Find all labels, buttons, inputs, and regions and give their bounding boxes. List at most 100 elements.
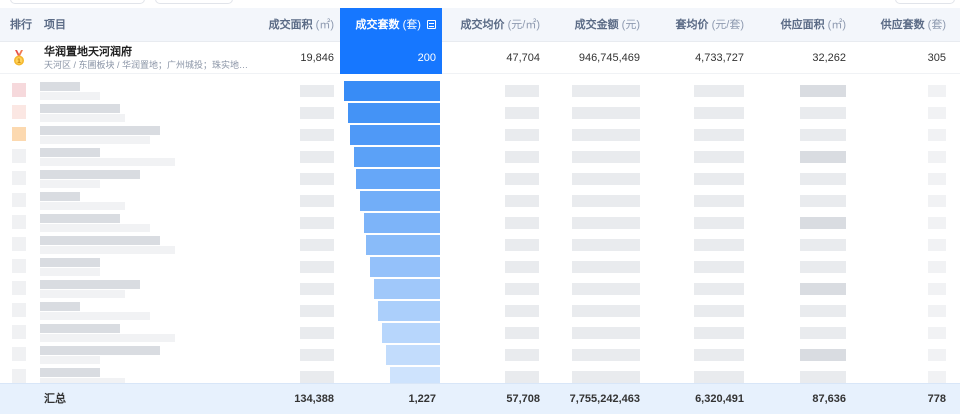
column-header-avg-price[interactable]: 成交均价 (元/㎡) [440,8,540,42]
mosaic-bar [386,345,440,365]
mosaic-block [800,107,846,119]
mosaic-block [800,327,846,339]
mosaic-bar [350,125,440,145]
mosaic-block [505,217,539,229]
column-label: 成交金额 [574,19,619,31]
mosaic-block [928,349,946,361]
column-header-rank[interactable]: 排行 [10,8,36,42]
mosaic-block [12,303,26,317]
mosaic-block [505,129,539,141]
column-header-unit-price[interactable]: 套均价 (元/套) [640,8,744,42]
mosaic-block [300,217,334,229]
mosaic-block [505,283,539,295]
column-header-supply-units[interactable]: 供应套数 (套) [846,8,946,42]
column-unit: (元/㎡) [507,19,540,31]
column-label: 供应套数 [880,19,925,31]
mosaic-block [40,104,120,113]
mosaic-block [40,368,100,377]
column-header-supply-area[interactable]: 供应面积 (㎡) [744,8,846,42]
mosaic-block [800,283,846,295]
mosaic-block [40,268,100,276]
mosaic-bar [348,103,440,123]
mosaic-block [300,129,334,141]
mosaic-block [572,349,640,361]
column-label: 成交面积 [268,19,313,31]
summary-amount: 7,755,242,463 [569,393,640,405]
column-unit: (元/套) [711,19,744,31]
mosaic-block [12,127,26,141]
action-pill[interactable] [895,0,955,4]
cell-supply-units: 305 [927,52,946,64]
mosaic-bar [374,279,440,299]
table-row[interactable]: 1 华润置地天河润府 天河区 / 东圃板块 / 华润置地；广州城投；珠实地… 1… [0,42,960,74]
blurred-rows [0,74,960,384]
mosaic-block [12,83,26,97]
mosaic-block [928,261,946,273]
mosaic-block [300,85,334,97]
mosaic-block [300,327,334,339]
mosaic-block [694,305,744,317]
mosaic-block [572,371,640,383]
mosaic-block [40,290,125,298]
project-subtitle: 天河区 / 东圃板块 / 华润置地；广州城投；珠实地… [44,60,249,70]
mosaic-block [12,215,26,229]
mosaic-block [800,261,846,273]
summary-unit-price: 6,320,491 [695,393,744,405]
mosaic-block [12,193,26,207]
cell-units: 200 [340,42,442,74]
mosaic-block [800,217,846,229]
column-unit: (㎡) [315,19,334,31]
mosaic-bar [378,301,440,321]
mosaic-block [12,105,26,119]
mosaic-block [928,151,946,163]
column-header-project[interactable]: 项目 [44,8,124,42]
cell-unit-price: 4,733,727 [695,52,744,64]
sort-list-icon[interactable] [427,20,436,29]
mosaic-bar [382,323,440,343]
mosaic-block [572,261,640,273]
mosaic-block [694,327,744,339]
search-pill[interactable] [10,0,145,4]
mosaic-block [40,170,140,179]
project-name[interactable]: 华润置地天河润府 [44,45,132,59]
mosaic-block [12,237,26,251]
mosaic-block [572,129,640,141]
mosaic-block [800,239,846,251]
mosaic-block [694,349,744,361]
mosaic-block [694,195,744,207]
mosaic-block [928,217,946,229]
mosaic-bar [366,235,440,255]
mosaic-bar [360,191,440,211]
filter-pill[interactable] [155,0,233,4]
column-header-amount[interactable]: 成交金额 (元) [540,8,640,42]
mosaic-block [300,151,334,163]
mosaic-block [12,149,26,163]
mosaic-block [40,148,100,157]
mosaic-block [928,283,946,295]
mosaic-block [928,371,946,383]
mosaic-block [928,85,946,97]
mosaic-block [40,312,150,320]
table-header: 排行 项目 成交面积 (㎡) 成交套数 (套) 成交均价 (元/㎡) 成交金额 … [0,8,960,42]
mosaic-block [40,334,175,342]
mosaic-block [12,347,26,361]
mosaic-block [694,151,744,163]
mosaic-block [505,305,539,317]
mosaic-block [300,107,334,119]
mosaic-block [300,173,334,185]
mosaic-block [928,173,946,185]
mosaic-block [40,192,80,201]
column-label: 套均价 [675,19,709,31]
mosaic-block [928,195,946,207]
mosaic-block [40,258,100,267]
column-header-area[interactable]: 成交面积 (㎡) [240,8,334,42]
mosaic-block [40,126,160,135]
column-unit: (套) [927,19,946,31]
mosaic-block [928,129,946,141]
mosaic-block [928,327,946,339]
mosaic-block [40,302,80,311]
cell-supply-area: 32,262 [812,52,846,64]
mosaic-block [800,85,846,97]
summary-area: 134,388 [294,393,334,405]
column-header-units[interactable]: 成交套数 (套) [340,8,442,42]
